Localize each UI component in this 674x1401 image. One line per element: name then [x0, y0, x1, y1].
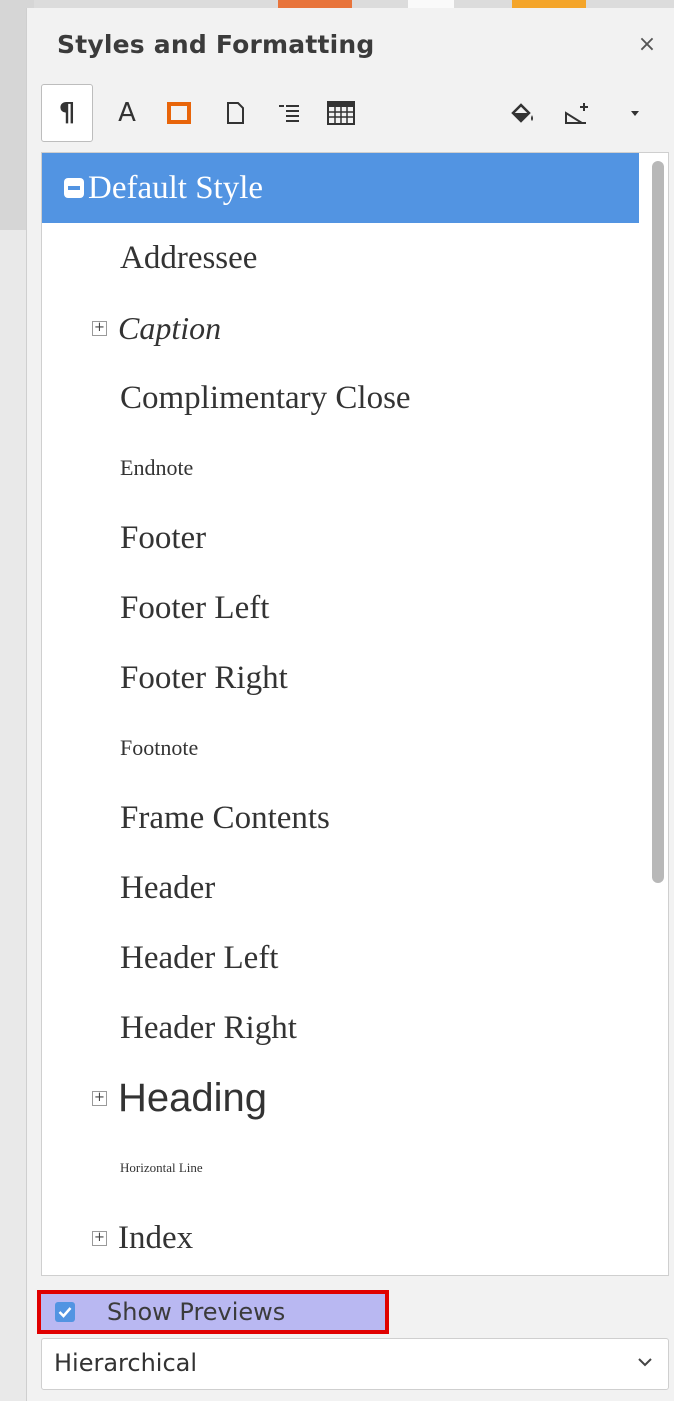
styles-list[interactable]: Default Style Addressee + Caption Compli…	[41, 152, 669, 1276]
show-previews-checkbox[interactable]	[55, 1302, 75, 1322]
fill-format-mode-button[interactable]	[497, 84, 549, 142]
new-style-icon	[565, 103, 588, 124]
style-label: Horizontal Line	[120, 1160, 203, 1175]
style-label: Default Style	[88, 169, 264, 206]
table-styles-button[interactable]	[315, 84, 367, 142]
background-tab-white	[408, 0, 454, 8]
style-item-complimentary-close[interactable]: Complimentary Close	[42, 363, 639, 433]
style-label: Index	[118, 1219, 194, 1256]
style-label: Footer	[120, 519, 207, 556]
deck-title: Styles and Formatting	[57, 30, 375, 59]
style-label: Header Right	[120, 1009, 297, 1046]
style-item-horizontal-line[interactable]: Horizontal Line	[42, 1133, 639, 1203]
style-item-footer[interactable]: Footer	[42, 503, 639, 573]
table-icon	[327, 101, 355, 125]
style-filter-select[interactable]: Hierarchical	[41, 1338, 669, 1390]
checkmark-icon	[58, 1307, 72, 1318]
style-filter-value: Hierarchical	[54, 1349, 198, 1377]
styles-tree: Default Style Addressee + Caption Compli…	[42, 153, 639, 1273]
background-tab-yellow	[512, 0, 586, 8]
pilcrow-icon: ¶	[58, 98, 76, 128]
show-previews-label: Show Previews	[107, 1298, 286, 1326]
style-label: Complimentary Close	[120, 379, 411, 416]
style-label: Addressee	[120, 239, 258, 276]
expand-icon[interactable]: +	[92, 320, 107, 336]
list-icon	[279, 105, 299, 122]
close-deck-button[interactable]: ×	[634, 30, 660, 60]
paragraph-styles-button[interactable]: ¶	[41, 84, 93, 142]
style-actions-menu-button[interactable]	[609, 84, 661, 142]
collapse-icon[interactable]	[64, 178, 84, 198]
letter-a-icon: A	[118, 98, 136, 128]
chevron-down-icon	[638, 1358, 652, 1367]
style-item-header-right[interactable]: Header Right	[42, 993, 639, 1063]
character-styles-button[interactable]: A	[101, 84, 153, 142]
page-styles-button[interactable]	[209, 84, 261, 142]
style-label: Caption	[118, 309, 222, 346]
style-label: Header	[120, 869, 216, 906]
style-label: Header Left	[120, 939, 279, 976]
style-label: Footer Right	[120, 659, 288, 696]
style-item-header[interactable]: Header	[42, 853, 639, 923]
style-item-heading[interactable]: + Heading	[42, 1063, 639, 1133]
style-item-header-left[interactable]: Header Left	[42, 923, 639, 993]
show-previews-checkbox-row[interactable]: Show Previews	[37, 1290, 389, 1334]
triangle-down-icon	[631, 111, 639, 116]
style-item-endnote[interactable]: Endnote	[42, 433, 639, 503]
style-item-default-style[interactable]: Default Style	[42, 153, 639, 223]
background-tab-orange	[278, 0, 352, 8]
style-label: Heading	[118, 1075, 268, 1120]
style-label: Endnote	[120, 455, 194, 480]
frame-icon	[167, 102, 191, 124]
expand-icon[interactable]: +	[92, 1230, 107, 1246]
style-label: Footnote	[120, 735, 199, 760]
expand-icon[interactable]: +	[92, 1090, 107, 1106]
page-icon	[227, 102, 244, 124]
new-style-from-selection-button[interactable]	[551, 84, 603, 142]
style-label: Frame Contents	[120, 799, 330, 836]
list-scrollbar[interactable]	[652, 161, 664, 883]
style-label: Footer Left	[120, 589, 270, 626]
styles-deck-panel: Styles and Formatting × ¶ A Default Styl…	[26, 8, 674, 1401]
frame-styles-button[interactable]	[153, 84, 205, 142]
list-styles-button[interactable]	[263, 84, 315, 142]
style-item-caption[interactable]: + Caption	[42, 293, 639, 363]
style-item-footer-left[interactable]: Footer Left	[42, 573, 639, 643]
paint-bucket-icon	[511, 103, 533, 123]
style-item-footer-right[interactable]: Footer Right	[42, 643, 639, 713]
styles-toolbar: ¶ A	[41, 84, 661, 144]
style-item-footnote[interactable]: Footnote	[42, 713, 639, 783]
style-item-frame-contents[interactable]: Frame Contents	[42, 783, 639, 853]
style-item-addressee[interactable]: Addressee	[42, 223, 639, 293]
style-item-index[interactable]: + Index	[42, 1203, 639, 1273]
